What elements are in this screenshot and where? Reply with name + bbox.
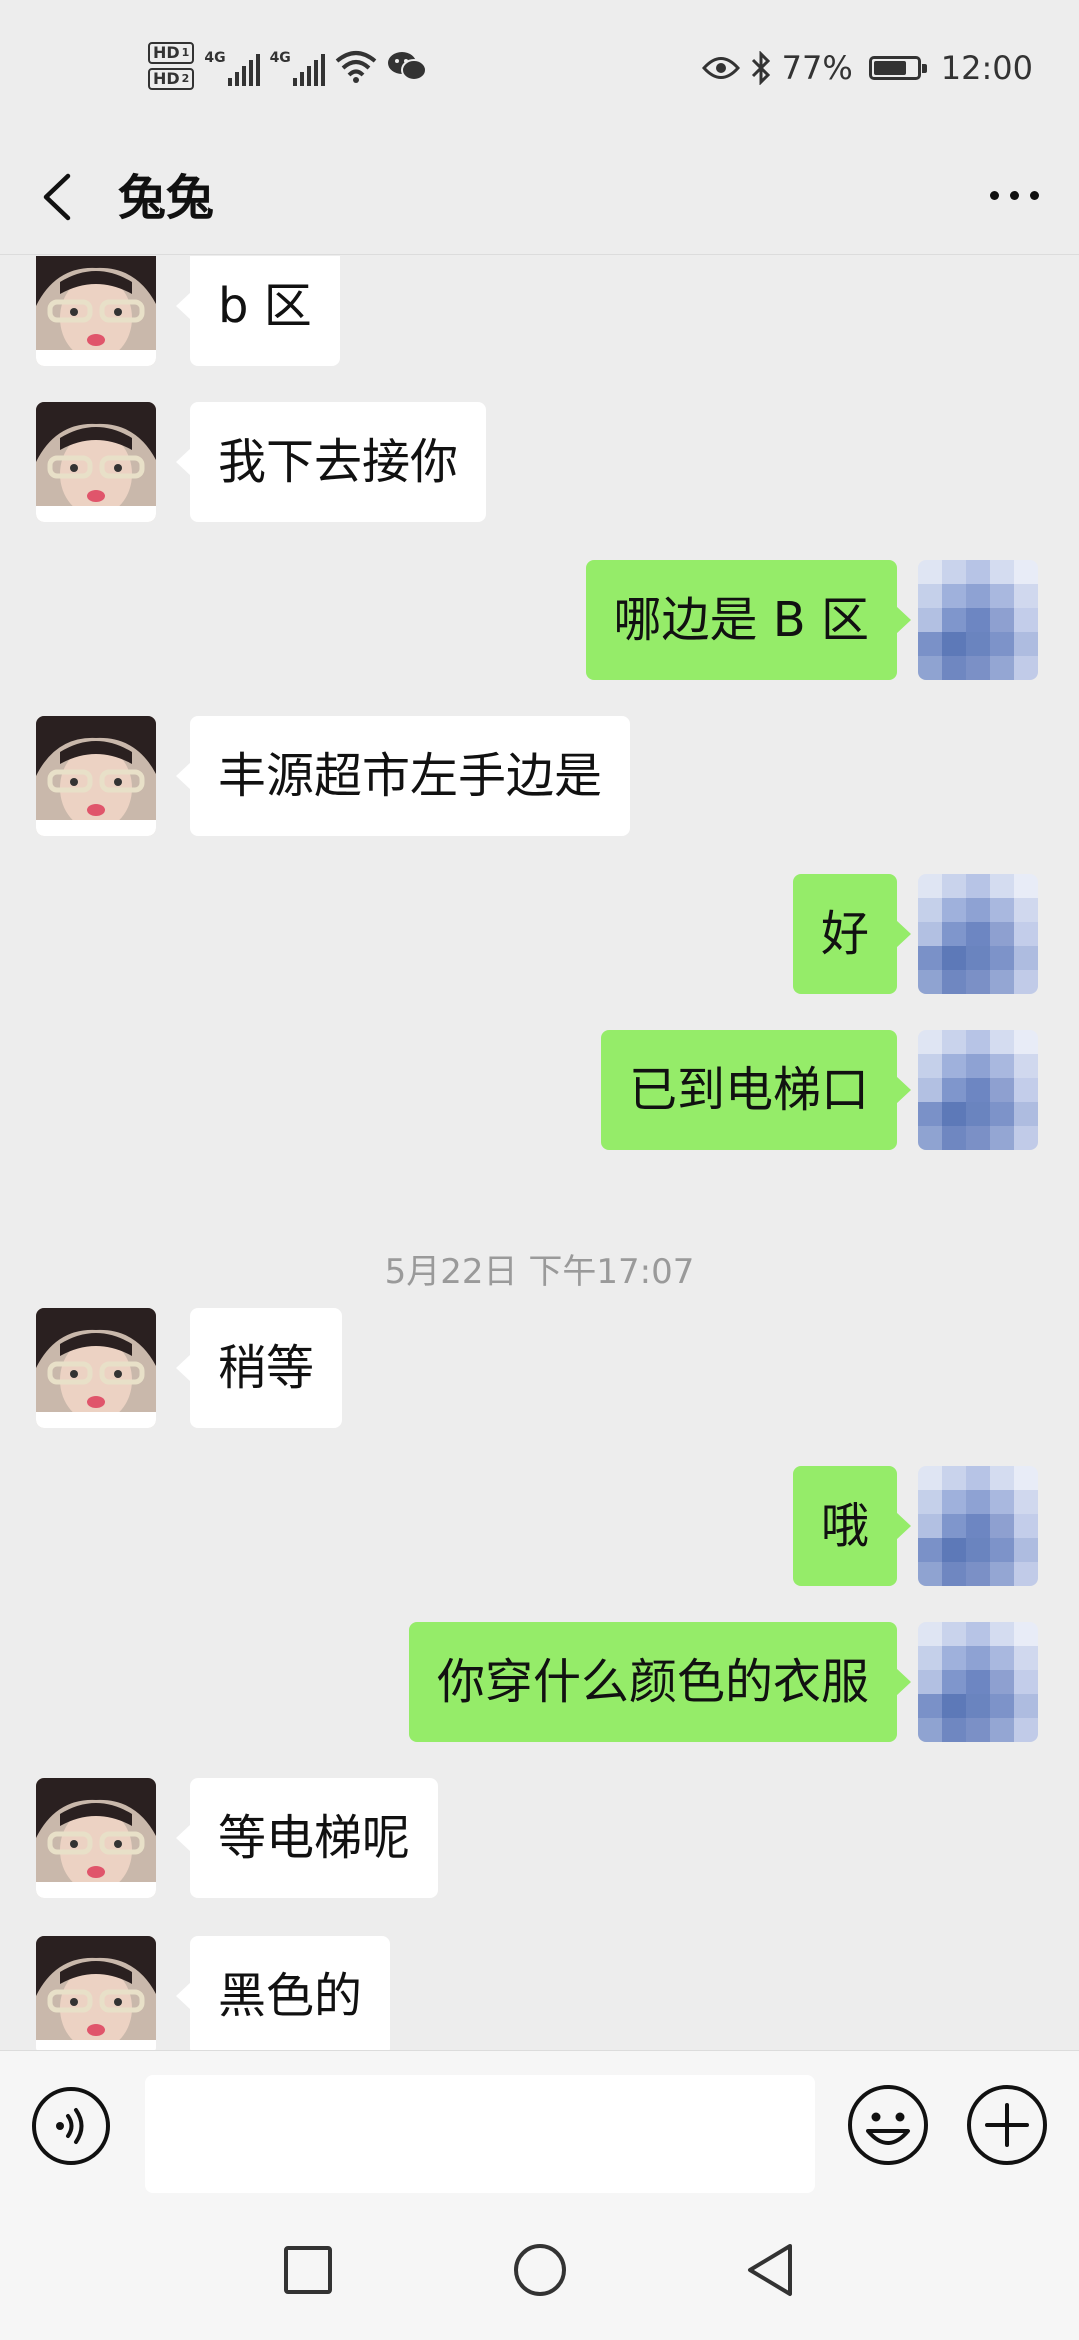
my-avatar[interactable] xyxy=(918,1622,1038,1742)
chat-title: 兔兔 xyxy=(118,170,215,226)
hd-indicator: HD 1 HD 2 xyxy=(148,42,195,90)
more-options-button[interactable] xyxy=(979,170,1049,220)
chat-header: 兔兔 xyxy=(0,140,1079,255)
input-bar xyxy=(0,2050,1079,2200)
outgoing-message-bubble[interactable]: 哪边是 B 区 xyxy=(585,560,912,680)
contact-avatar[interactable] xyxy=(36,1936,156,2050)
incoming-message-row: 我下去接你 xyxy=(0,402,1079,522)
bluetooth-icon xyxy=(751,51,770,85)
incoming-message-bubble[interactable]: 我下去接你 xyxy=(175,402,487,522)
incoming-message-row: 黑色的 xyxy=(0,1936,1079,2050)
network-type-2: 4G xyxy=(269,50,291,66)
battery-icon xyxy=(868,56,927,80)
battery-level-fill xyxy=(873,61,906,75)
incoming-message-bubble[interactable]: 黑色的 xyxy=(175,1936,391,2050)
status-bar: HD 1 HD 2 4G 4G 77% 12:00 xyxy=(0,0,1079,140)
back-nav-button[interactable] xyxy=(738,2238,802,2302)
back-triangle-icon xyxy=(748,2244,792,2296)
timestamp-separator: 5月22日 下午17:07 xyxy=(384,1252,695,1292)
clock: 12:00 xyxy=(940,49,1033,87)
outgoing-message-row: 好 xyxy=(0,874,1079,994)
contact-avatar[interactable] xyxy=(36,1308,156,1428)
outgoing-message-bubble[interactable]: 好 xyxy=(792,874,912,994)
outgoing-message-row: 你穿什么颜色的衣服 xyxy=(0,1622,1079,1742)
incoming-message-row: 等电梯呢 xyxy=(0,1778,1079,1898)
incoming-message-bubble[interactable]: 丰源超市左手边是 xyxy=(175,716,631,836)
my-avatar[interactable] xyxy=(918,1030,1038,1150)
back-button[interactable] xyxy=(34,172,84,222)
signal-icon-2: 4G xyxy=(270,46,325,86)
incoming-message-row: 丰源超市左手边是 xyxy=(0,716,1079,836)
incoming-message-bubble[interactable]: 等电梯呢 xyxy=(175,1778,439,1898)
my-avatar[interactable] xyxy=(918,1466,1038,1586)
emoji-icon xyxy=(848,2085,928,2165)
wifi-icon xyxy=(335,51,377,83)
hd2-badge: HD 2 xyxy=(148,68,195,90)
status-left: HD 1 HD 2 4G 4G xyxy=(148,36,427,96)
status-right: 77% 12:00 xyxy=(701,40,1033,96)
contact-avatar[interactable] xyxy=(36,716,156,836)
outgoing-message-bubble[interactable]: 哦 xyxy=(792,1466,912,1586)
more-dot xyxy=(1009,190,1019,200)
eye-icon xyxy=(701,57,740,79)
signal-icon: 4G xyxy=(204,46,260,86)
more-dots-icon xyxy=(989,190,999,200)
recent-apps-button[interactable] xyxy=(276,2238,340,2302)
outgoing-message-bubble[interactable]: 已到电梯口 xyxy=(600,1030,912,1150)
message-list[interactable]: b 区我下去接你 哪边是 B 区丰源超市左手边是好已到电梯口 5月22日 下午17:… xyxy=(0,256,1079,2050)
system-nav-bar xyxy=(0,2200,1079,2340)
voice-button[interactable] xyxy=(30,2085,112,2167)
voice-icon xyxy=(32,2087,110,2165)
plus-icon xyxy=(967,2085,1047,2165)
incoming-message-bubble[interactable]: 稍等 xyxy=(175,1308,343,1428)
hd1-badge: HD 1 xyxy=(148,42,195,64)
incoming-message-row: b 区 xyxy=(0,256,1079,366)
incoming-message-row: 稍等 xyxy=(0,1308,1079,1428)
more-dot xyxy=(1029,190,1039,200)
emoji-button[interactable] xyxy=(846,2083,930,2167)
contact-avatar[interactable] xyxy=(36,402,156,522)
home-icon xyxy=(514,2244,566,2296)
outgoing-message-row: 哪边是 B 区 xyxy=(0,560,1079,680)
wechat-icon xyxy=(387,52,427,81)
my-avatar[interactable] xyxy=(918,560,1038,680)
recent-apps-icon xyxy=(284,2246,332,2294)
my-avatar[interactable] xyxy=(918,874,1038,994)
battery-percent: 77% xyxy=(781,49,853,87)
outgoing-message-bubble[interactable]: 你穿什么颜色的衣服 xyxy=(408,1622,912,1742)
outgoing-message-row: 已到电梯口 xyxy=(0,1030,1079,1150)
home-button[interactable] xyxy=(508,2238,572,2302)
incoming-message-bubble[interactable]: b 区 xyxy=(176,256,340,366)
more-functions-button[interactable] xyxy=(965,2083,1049,2167)
contact-avatar[interactable] xyxy=(36,256,156,366)
outgoing-message-row: 哦 xyxy=(0,1466,1079,1586)
contact-avatar[interactable] xyxy=(36,1778,156,1898)
message-input[interactable] xyxy=(145,2075,815,2193)
network-type-1: 4G xyxy=(204,50,226,66)
chevron-left-icon xyxy=(43,173,71,221)
